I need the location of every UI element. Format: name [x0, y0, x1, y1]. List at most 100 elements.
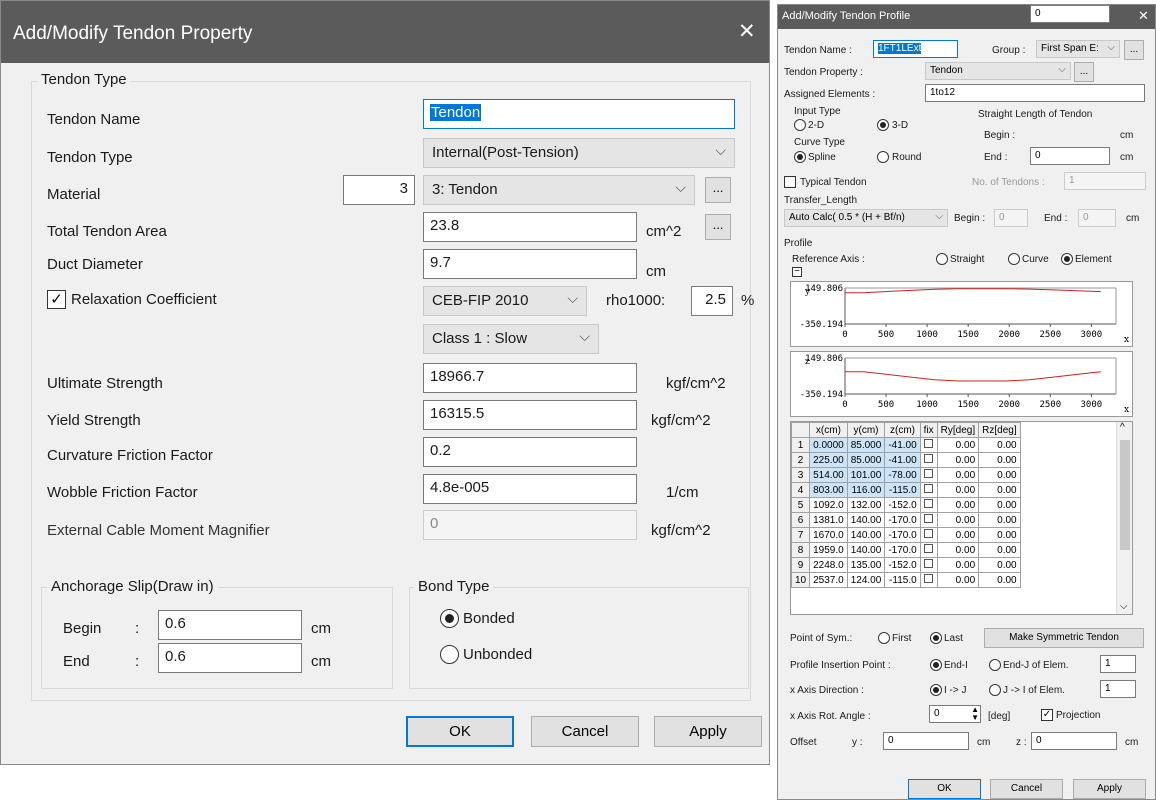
end-j-radio[interactable]: [989, 659, 1001, 671]
insertion-input[interactable]: 1: [1100, 655, 1136, 673]
assigned-elements-input[interactable]: 1to12: [925, 84, 1145, 102]
table-row[interactable]: 8 1959.0 140.00 -170.0 0.00 0.00: [791, 542, 1021, 558]
cell-rz[interactable]: 0.00: [978, 452, 1021, 468]
cell-z[interactable]: -41.00: [884, 437, 921, 453]
cancel-button[interactable]: Cancel: [990, 779, 1063, 799]
straight-end-input[interactable]: 0: [1030, 147, 1110, 165]
table-row[interactable]: 7 1670.0 140.00 -170.0 0.00 0.00: [791, 527, 1021, 543]
table-scrollbar[interactable]: ^ ⌵: [1116, 422, 1132, 614]
cell-fix[interactable]: [919, 542, 938, 558]
cell-y[interactable]: 124.00: [846, 572, 886, 588]
tendon-type-select[interactable]: Internal(Post-Tension) ⌵: [423, 138, 735, 168]
cell-ry[interactable]: 0.00: [936, 497, 980, 513]
element-radio[interactable]: [1061, 253, 1073, 265]
cell-ry[interactable]: 0.00: [936, 467, 980, 483]
cell-rz[interactable]: 0.00: [978, 572, 1021, 588]
material-select[interactable]: 3: Tendon ⌵: [423, 175, 695, 205]
tendon-name-input[interactable]: 1FT1LExt: [873, 40, 958, 58]
cell-fix[interactable]: [919, 497, 938, 513]
cell-rz[interactable]: 0.00: [978, 497, 1021, 513]
cell-fix[interactable]: [919, 512, 938, 528]
cell-x[interactable]: 1381.0: [809, 512, 848, 528]
cell-rz[interactable]: 0.00: [978, 557, 1021, 573]
cell-z[interactable]: -115.0: [884, 482, 921, 498]
relaxation-checkbox[interactable]: ✓: [47, 290, 66, 309]
table-row[interactable]: 10 2537.0 124.00 -115.0 0.00 0.00: [791, 572, 1021, 588]
cell-fix[interactable]: [919, 482, 938, 498]
straight-radio[interactable]: [936, 253, 948, 265]
apply-button[interactable]: Apply: [654, 716, 762, 747]
scroll-up-icon[interactable]: ^: [1120, 422, 1125, 433]
close-icon[interactable]: ✕: [738, 19, 756, 44]
column-header[interactable]: x(cm): [809, 422, 848, 438]
ok-button[interactable]: OK: [908, 779, 981, 799]
x-rot-angle-input[interactable]: 0 ▲ ▼: [929, 705, 981, 723]
table-row[interactable]: 9 2248.0 135.00 -152.0 0.00 0.00: [791, 557, 1021, 573]
end-i-radio[interactable]: [930, 659, 942, 671]
cell-rz[interactable]: 0.00: [978, 512, 1021, 528]
group-select[interactable]: First Span E: ⌵: [1036, 40, 1120, 58]
table-row[interactable]: 5 1092.0 132.00 -152.0 0.00 0.00: [791, 497, 1021, 513]
material-browse-button[interactable]: ...: [705, 177, 731, 203]
cell-ry[interactable]: 0.00: [936, 572, 980, 588]
anch-begin-input[interactable]: 0.6: [158, 610, 302, 640]
wobble-friction-input[interactable]: 4.8e-005: [423, 474, 637, 504]
cell-z[interactable]: -152.0: [884, 497, 921, 513]
cell-x[interactable]: 225.00: [809, 452, 848, 468]
cell-y[interactable]: 85.000: [846, 437, 886, 453]
make-symmetric-button[interactable]: Make Symmetric Tendon: [984, 628, 1144, 648]
yield-strength-input[interactable]: 16315.5: [423, 400, 637, 430]
cell-z[interactable]: -170.0: [884, 542, 921, 558]
table-row[interactable]: 1 0.0000 85.000 -41.00 0.00 0.00: [791, 437, 1021, 453]
bonded-radio[interactable]: [440, 609, 459, 628]
transfer-length-select[interactable]: Auto Calc( 0.5 * (H + Bf/n) ⌵: [784, 209, 948, 227]
cell-rz[interactable]: 0.00: [978, 527, 1021, 543]
column-header[interactable]: Rz[deg]: [978, 422, 1021, 438]
cell-y[interactable]: 132.00: [846, 497, 886, 513]
group-browse-button[interactable]: ...: [1124, 40, 1144, 60]
table-row[interactable]: 6 1381.0 140.00 -170.0 0.00 0.00: [791, 512, 1021, 528]
column-header[interactable]: z(cm): [884, 422, 921, 438]
cell-y[interactable]: 140.00: [846, 542, 886, 558]
2d-radio[interactable]: [794, 119, 806, 131]
cell-y[interactable]: 140.00: [846, 527, 886, 543]
cell-z[interactable]: -115.0: [884, 572, 921, 588]
cell-y[interactable]: 116.00: [846, 482, 886, 498]
straight-begin-input[interactable]: 0: [1030, 5, 1110, 23]
spinner-icon[interactable]: ▲ ▼: [971, 706, 979, 722]
tendon-name-input[interactable]: Tendon: [423, 99, 735, 129]
curve-radio[interactable]: [1008, 253, 1020, 265]
total-area-input[interactable]: 23.8: [423, 212, 637, 242]
cell-rz[interactable]: 0.00: [978, 467, 1021, 483]
duct-diameter-input[interactable]: 9.7: [423, 249, 637, 279]
cell-x[interactable]: 803.00: [809, 482, 848, 498]
cell-ry[interactable]: 0.00: [936, 557, 980, 573]
ultimate-strength-input[interactable]: 18966.7: [423, 363, 637, 393]
cell-ry[interactable]: 0.00: [936, 542, 980, 558]
cell-y[interactable]: 101.00: [846, 467, 886, 483]
cell-x[interactable]: 0.0000: [809, 437, 848, 453]
cell-rz[interactable]: 0.00: [978, 437, 1021, 453]
cell-z[interactable]: -170.0: [884, 512, 921, 528]
x-direction-input[interactable]: 1: [1100, 680, 1136, 698]
column-header[interactable]: y(cm): [846, 422, 886, 438]
cell-rz[interactable]: 0.00: [978, 542, 1021, 558]
cell-fix[interactable]: [919, 557, 938, 573]
material-id-input[interactable]: 3: [343, 175, 415, 205]
cell-x[interactable]: 1092.0: [809, 497, 848, 513]
close-icon[interactable]: ✕: [1138, 8, 1149, 24]
property-browse-button[interactable]: ...: [1074, 62, 1094, 82]
profile-table[interactable]: x(cm) y(cm) z(cm) fix Ry[deg] Rz[deg] 1 0.0000 8…: [790, 421, 1133, 615]
cell-ry[interactable]: 0.00: [936, 452, 980, 468]
cell-x[interactable]: 2248.0: [809, 557, 848, 573]
cell-ry[interactable]: 0.00: [936, 437, 980, 453]
cell-ry[interactable]: 0.00: [936, 482, 980, 498]
j-to-i-radio[interactable]: [989, 684, 1001, 696]
table-row[interactable]: 2 225.00 85.000 -41.00 0.00 0.00: [791, 452, 1021, 468]
cell-rz[interactable]: 0.00: [978, 482, 1021, 498]
cell-x[interactable]: 514.00: [809, 467, 848, 483]
column-header[interactable]: fix: [919, 422, 938, 438]
cell-z[interactable]: -152.0: [884, 557, 921, 573]
sym-last-radio[interactable]: [930, 632, 942, 644]
cell-z[interactable]: -78.00: [884, 467, 921, 483]
